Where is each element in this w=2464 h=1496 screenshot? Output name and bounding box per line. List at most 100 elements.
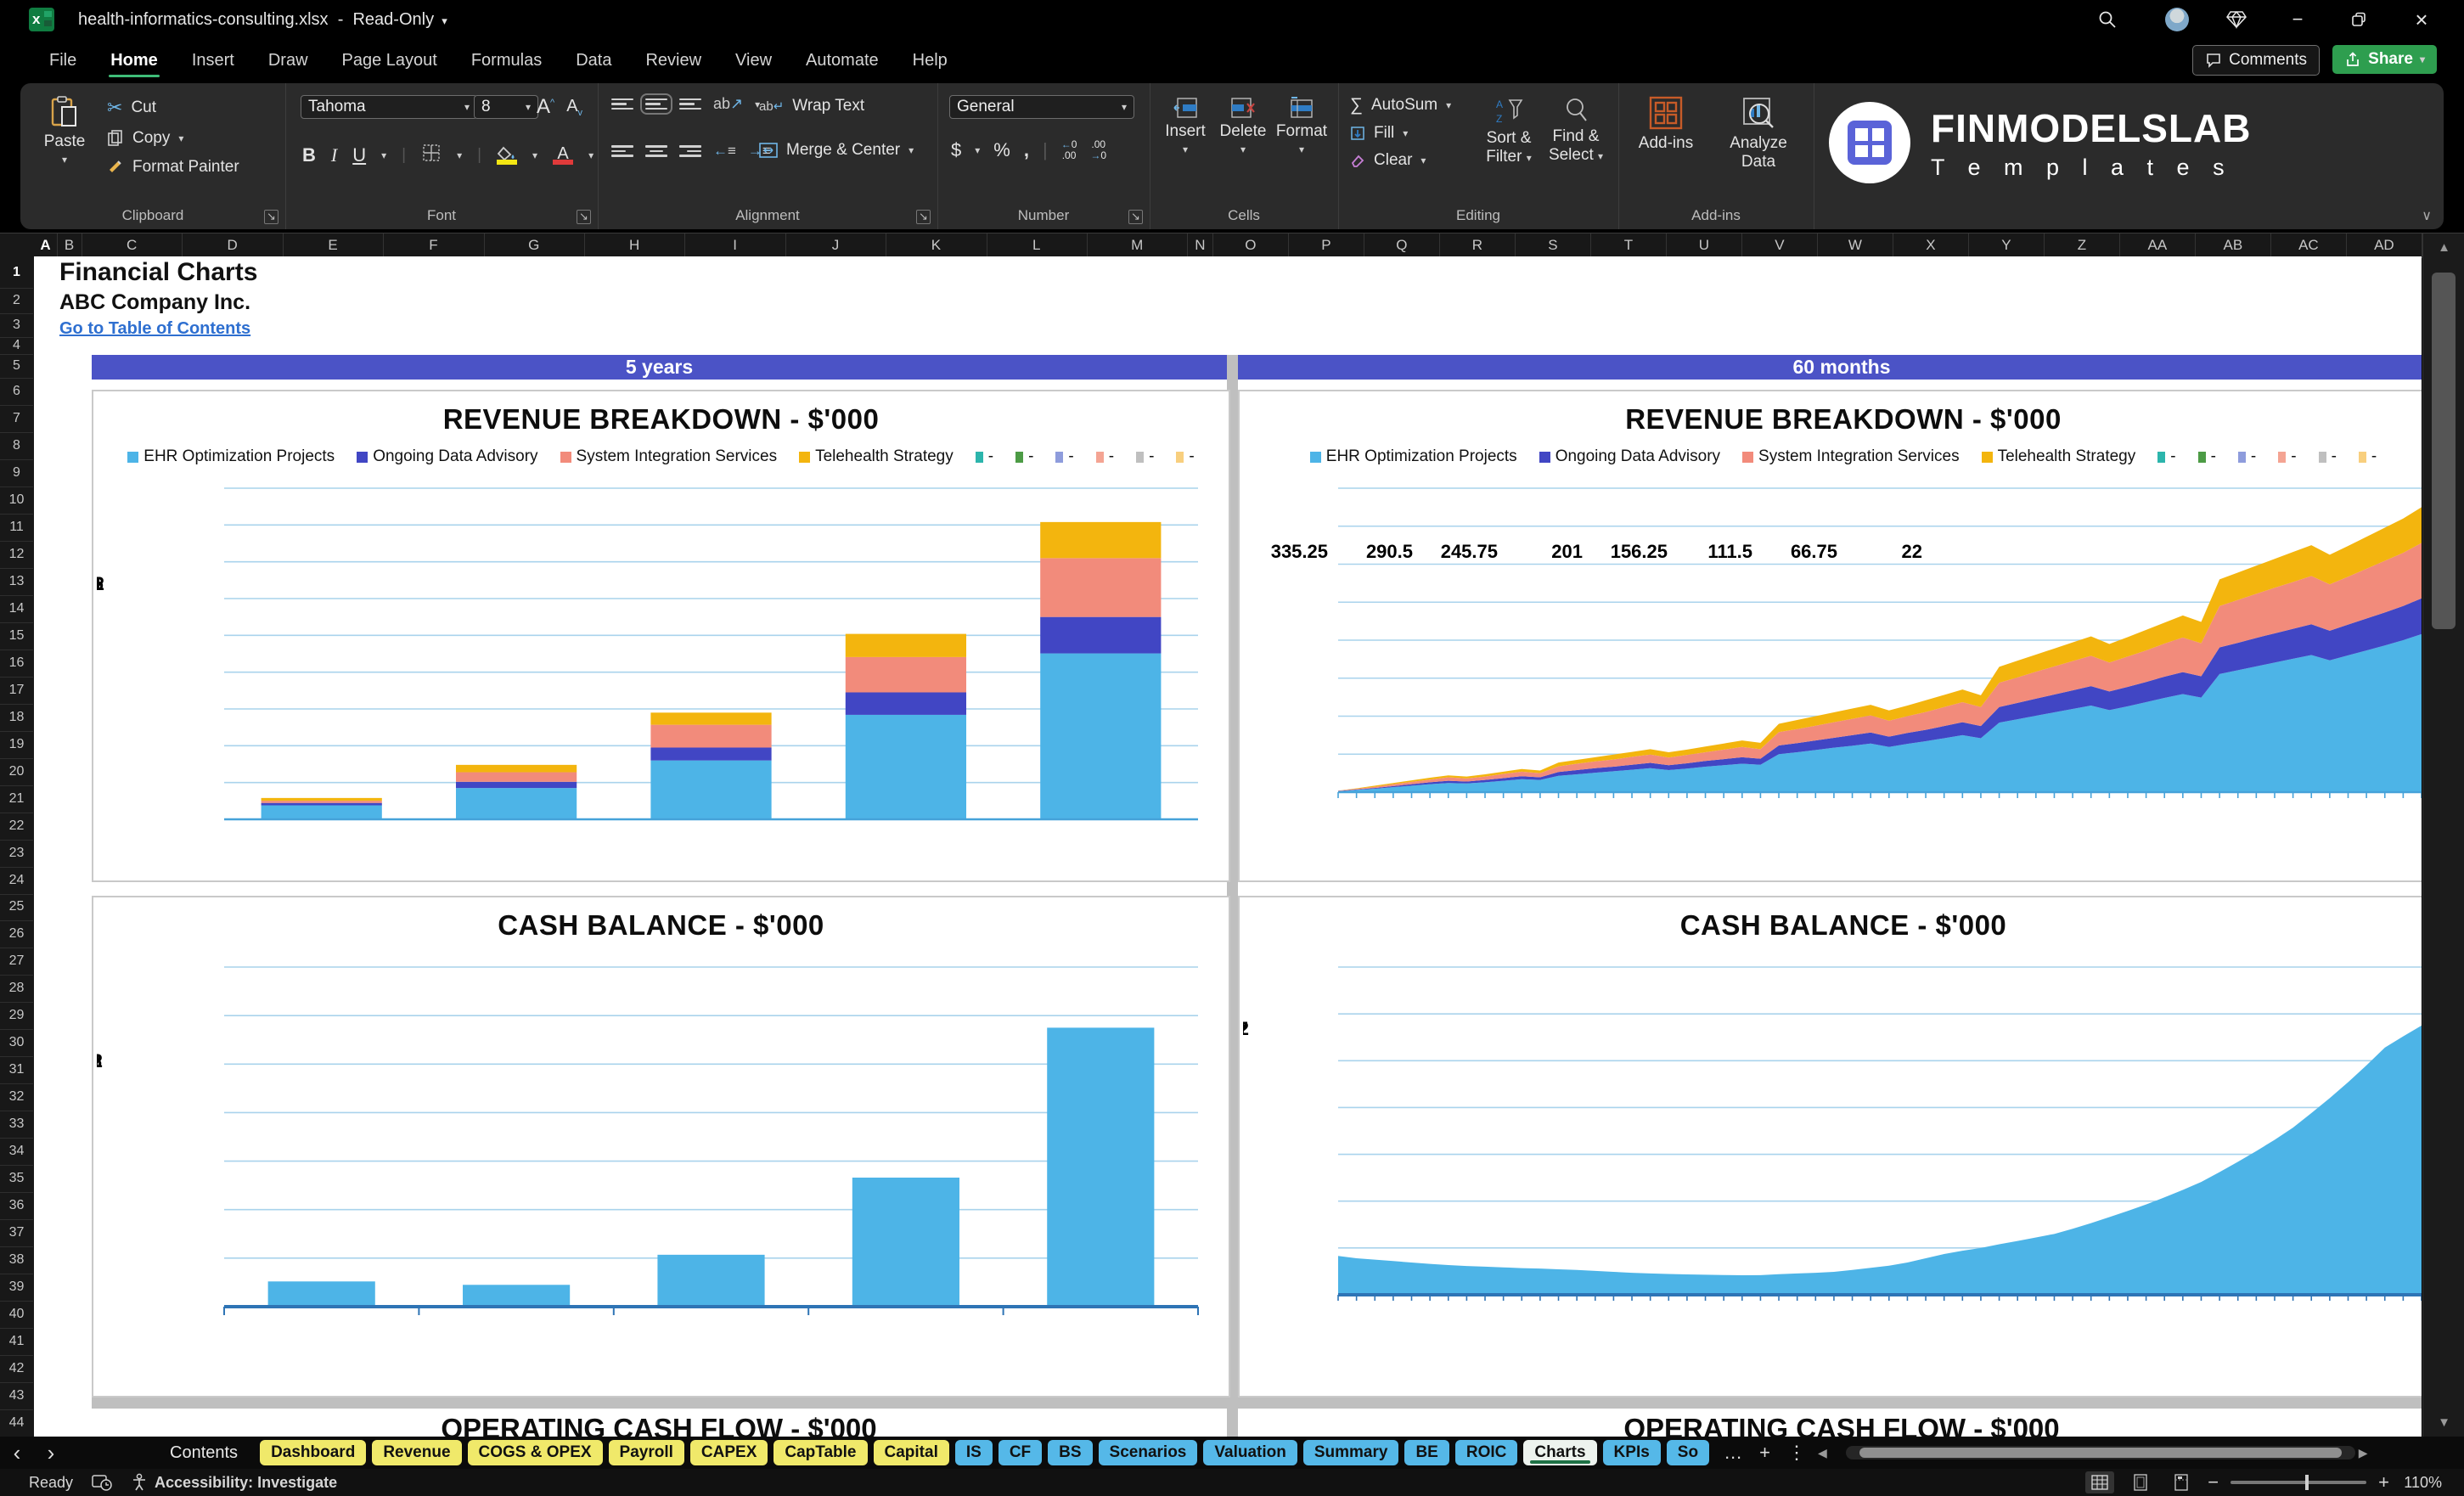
increase-font-icon[interactable]: A^ xyxy=(537,95,554,119)
column-header-H[interactable]: H xyxy=(584,233,686,256)
menu-tab-insert[interactable]: Insert xyxy=(190,42,236,79)
menu-tab-draw[interactable]: Draw xyxy=(267,42,310,79)
comma-format-button[interactable]: , xyxy=(1024,139,1029,161)
menu-tab-data[interactable]: Data xyxy=(574,42,613,79)
row-header-38[interactable]: 38 xyxy=(0,1246,33,1275)
row-header-30[interactable]: 30 xyxy=(0,1029,33,1058)
scroll-up-icon[interactable]: ▲ xyxy=(2423,240,2464,255)
fill-button[interactable]: Fill ▾ xyxy=(1350,124,1451,143)
chart-revenue-breakdown-60m[interactable]: REVENUE BREAKDOWN - $'000 EHR Optimizati… xyxy=(1238,390,2422,882)
row-header-44[interactable]: 44 xyxy=(0,1409,33,1437)
row-header-35[interactable]: 35 xyxy=(0,1165,33,1194)
sheet-tab-be[interactable]: BE xyxy=(1404,1440,1449,1465)
column-header-I[interactable]: I xyxy=(684,233,786,256)
chart-revenue-breakdown-5y[interactable]: REVENUE BREAKDOWN - $'000 EHR Optimizati… xyxy=(92,390,1230,882)
column-header-J[interactable]: J xyxy=(785,233,887,256)
horizontal-scroll-thumb[interactable] xyxy=(1859,1448,2342,1458)
column-header-A[interactable]: A xyxy=(34,233,58,256)
column-header-E[interactable]: E xyxy=(283,233,385,256)
increase-decimal-button[interactable]: ←0.00 xyxy=(1061,138,1077,161)
align-middle-icon[interactable] xyxy=(640,93,672,115)
column-header-K[interactable]: K xyxy=(886,233,987,256)
italic-button[interactable]: I xyxy=(331,144,337,166)
column-header-Y[interactable]: Y xyxy=(1968,233,2045,256)
column-header-M[interactable]: M xyxy=(1087,233,1189,256)
user-avatar[interactable] xyxy=(2160,7,2194,32)
font-size-select[interactable]: 8 ▾ xyxy=(474,95,538,119)
menu-tab-formulas[interactable]: Formulas xyxy=(470,42,543,79)
new-sheet-icon[interactable]: + xyxy=(1759,1442,1770,1464)
clipboard-dialog-launcher[interactable]: ↘ xyxy=(264,210,278,224)
row-header-42[interactable]: 42 xyxy=(0,1355,33,1384)
accessibility-status[interactable]: Accessibility: Investigate xyxy=(131,1473,337,1492)
merge-center-button[interactable]: Merge & Center ▾ xyxy=(759,141,914,160)
accounting-format-button[interactable]: $ xyxy=(951,139,961,161)
row-header-37[interactable]: 37 xyxy=(0,1219,33,1248)
zoom-slider[interactable] xyxy=(2231,1475,2367,1490)
row-header-41[interactable]: 41 xyxy=(0,1328,33,1357)
prev-sheet-icon[interactable]: ‹ xyxy=(0,1440,34,1466)
delete-cells-button[interactable]: Delete ▾ xyxy=(1216,97,1270,156)
menu-tab-page-layout[interactable]: Page Layout xyxy=(340,42,439,79)
number-dialog-launcher[interactable]: ↘ xyxy=(1128,210,1143,224)
normal-view-icon[interactable] xyxy=(2085,1471,2115,1493)
column-header-U[interactable]: U xyxy=(1666,233,1743,256)
borders-button[interactable] xyxy=(421,143,442,168)
vertical-scroll-thumb[interactable] xyxy=(2432,273,2456,629)
row-header-27[interactable]: 27 xyxy=(0,948,33,976)
column-header-G[interactable]: G xyxy=(484,233,585,256)
row-header-14[interactable]: 14 xyxy=(0,595,33,623)
percent-format-button[interactable]: % xyxy=(993,139,1010,161)
row-header-26[interactable]: 26 xyxy=(0,920,33,949)
row-header-5[interactable]: 5 xyxy=(0,354,33,379)
row-header-32[interactable]: 32 xyxy=(0,1083,33,1112)
row-header-16[interactable]: 16 xyxy=(0,650,33,678)
align-top-icon[interactable] xyxy=(611,98,633,110)
close-button[interactable]: × xyxy=(2405,7,2439,32)
sheet-tab-cf[interactable]: CF xyxy=(998,1440,1043,1465)
sheet-tab-valuation[interactable]: Valuation xyxy=(1203,1440,1297,1465)
row-header-29[interactable]: 29 xyxy=(0,1002,33,1031)
row-headers[interactable]: 1 2 3 4 5 6 7 8 9 10 11 12 13 14 15 16 17 18 19 20 21 22 23 24 2… xyxy=(0,256,35,1437)
font-color-button[interactable]: A xyxy=(553,145,574,165)
column-header-N[interactable]: N xyxy=(1187,233,1214,256)
format-cells-button[interactable]: Format ▾ xyxy=(1274,97,1330,156)
column-header-R[interactable]: R xyxy=(1439,233,1516,256)
column-header-Z[interactable]: Z xyxy=(2044,233,2121,256)
column-header-AB[interactable]: AB xyxy=(2195,233,2272,256)
column-header-P[interactable]: P xyxy=(1288,233,1365,256)
column-header-O[interactable]: O xyxy=(1212,233,1290,256)
row-header-31[interactable]: 31 xyxy=(0,1056,33,1085)
row-header-1[interactable]: 1 xyxy=(0,256,33,289)
restore-button[interactable] xyxy=(2342,7,2376,32)
row-header-12[interactable]: 12 xyxy=(0,541,33,569)
column-header-F[interactable]: F xyxy=(383,233,485,256)
number-format-select[interactable]: General ▾ xyxy=(949,95,1134,119)
align-right-icon[interactable] xyxy=(679,145,701,157)
paste-button[interactable]: Paste ▾ xyxy=(32,95,97,166)
column-header-AD[interactable]: AD xyxy=(2346,233,2423,256)
row-header-13[interactable]: 13 xyxy=(0,568,33,596)
row-header-9[interactable]: 9 xyxy=(0,459,33,487)
row-header-17[interactable]: 17 xyxy=(0,677,33,705)
next-sheet-icon[interactable]: › xyxy=(34,1440,68,1466)
row-header-40[interactable]: 40 xyxy=(0,1301,33,1330)
zoom-in-icon[interactable]: + xyxy=(2378,1471,2389,1493)
search-icon[interactable] xyxy=(2090,7,2124,32)
column-header-L[interactable]: L xyxy=(987,233,1088,256)
chart-cash-balance-5y[interactable]: CASH BALANCE - $'000 424366.857142857142… xyxy=(92,896,1230,1398)
row-header-33[interactable]: 33 xyxy=(0,1111,33,1139)
cut-button[interactable]: ✂ Cut xyxy=(107,97,239,119)
chart-cash-balance-60m[interactable]: CASH BALANCE - $'000 410354.857142857142… xyxy=(1238,896,2422,1398)
vertical-scrollbar[interactable]: ▲ ▼ xyxy=(2422,233,2464,1437)
row-header-22[interactable]: 22 xyxy=(0,813,33,841)
insert-cells-button[interactable]: Insert ▾ xyxy=(1158,97,1212,156)
row-header-3[interactable]: 3 xyxy=(0,313,33,338)
row-header-34[interactable]: 34 xyxy=(0,1138,33,1167)
row-header-21[interactable]: 21 xyxy=(0,785,33,813)
decrease-font-icon[interactable]: Av xyxy=(566,97,582,118)
alignment-dialog-launcher[interactable]: ↘ xyxy=(916,210,931,224)
column-headers[interactable]: A B C D E F G H I J K L M N O P Q R S T U V W X Y Z AA AB AC AD xyxy=(0,233,2464,258)
font-name-select[interactable]: Tahoma ▾ xyxy=(301,95,477,119)
row-header-7[interactable]: 7 xyxy=(0,405,33,433)
